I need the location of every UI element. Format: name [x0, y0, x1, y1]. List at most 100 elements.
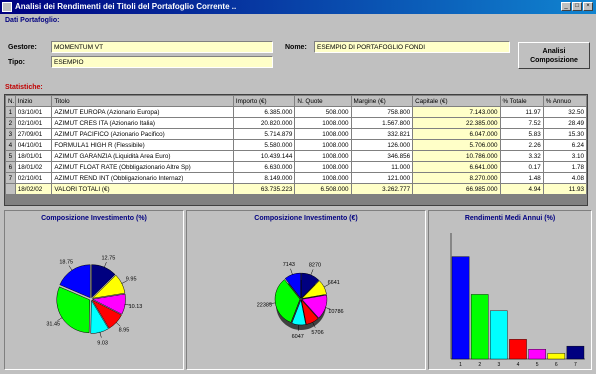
- stats-grid[interactable]: N. Inizio Titolo Importo (€) N. Quote Ma…: [4, 94, 588, 206]
- table-cell[interactable]: 04/10/01: [14, 139, 53, 151]
- x-tick-label: 6: [555, 362, 558, 368]
- table-cell[interactable]: 4.08: [542, 172, 587, 184]
- table-cell[interactable]: 32.50: [542, 106, 587, 118]
- table-cell[interactable]: 18/02/02: [14, 183, 53, 195]
- analyze-composition-button[interactable]: Analisi Composizione: [518, 42, 590, 69]
- table-cell[interactable]: VALORI TOTALI (€): [51, 183, 234, 195]
- table-cell[interactable]: 4.94: [499, 183, 544, 195]
- table-cell[interactable]: FORMULA1 HIGH R (Flessibile): [51, 139, 234, 151]
- row-number-cell[interactable]: 7: [5, 172, 16, 184]
- close-button[interactable]: ×: [583, 2, 593, 11]
- table-cell[interactable]: 121.000: [350, 172, 414, 184]
- table-cell[interactable]: 63.735.223: [232, 183, 296, 195]
- row-number-cell[interactable]: [5, 183, 16, 195]
- table-cell[interactable]: 3.10: [542, 150, 587, 162]
- table-row[interactable]: 3 27/09/01 AZIMUT PACIFICO (Azionario Paci…: [5, 128, 587, 140]
- table-row[interactable]: 2 02/10/01 AZIMUT CRES ITA (Azionario Ital…: [5, 117, 587, 129]
- table-cell[interactable]: AZIMUT PACIFICO (Azionario Pacifico): [51, 128, 234, 140]
- row-number-cell[interactable]: 1: [5, 106, 16, 118]
- table-cell[interactable]: 02/10/01: [14, 117, 53, 129]
- pie-label: 5706: [311, 330, 323, 336]
- table-cell[interactable]: 8.270.000: [412, 172, 501, 184]
- col-header[interactable]: Importo (€): [232, 95, 296, 107]
- table-cell[interactable]: 1.78: [542, 161, 587, 173]
- row-number-cell[interactable]: 5: [5, 150, 16, 162]
- col-header[interactable]: Titolo: [51, 95, 234, 107]
- table-cell[interactable]: 6.630.000: [232, 161, 296, 173]
- col-header[interactable]: Inizio: [14, 95, 53, 107]
- table-cell[interactable]: 3.262.777: [350, 183, 414, 195]
- col-header[interactable]: N.: [5, 95, 16, 107]
- table-cell[interactable]: 5.580.000: [232, 139, 296, 151]
- table-cell[interactable]: 6.508.000: [294, 183, 352, 195]
- table-cell[interactable]: 02/10/01: [14, 172, 53, 184]
- table-cell[interactable]: 27/09/01: [14, 128, 53, 140]
- table-cell[interactable]: 7.143.000: [412, 106, 501, 118]
- table-cell[interactable]: AZIMUT GARANZIA (Liquidità Area Euro): [51, 150, 234, 162]
- table-cell[interactable]: 10.439.144: [232, 150, 296, 162]
- table-cell[interactable]: 18/01/02: [14, 161, 53, 173]
- table-row[interactable]: 6 18/01/02 AZIMUT FLOAT RATE (Obbligaziona…: [5, 161, 587, 173]
- table-row[interactable]: 7 02/10/01 AZIMUT REND INT (Obbligazionari…: [5, 172, 587, 184]
- table-cell[interactable]: 2.26: [499, 139, 544, 151]
- col-header[interactable]: % Totale: [499, 95, 544, 107]
- table-cell[interactable]: 6.385.000: [232, 106, 296, 118]
- col-header[interactable]: N. Quote: [294, 95, 352, 107]
- row-number-cell[interactable]: 4: [5, 139, 16, 151]
- table-cell[interactable]: 758.800: [350, 106, 414, 118]
- table-cell[interactable]: 22.385.000: [412, 117, 501, 129]
- table-cell[interactable]: 0.17: [499, 161, 544, 173]
- table-cell[interactable]: 1008.000: [294, 172, 352, 184]
- table-cell[interactable]: AZIMUT EUROPA (Azionario Europa): [51, 106, 234, 118]
- table-cell[interactable]: 8.149.000: [232, 172, 296, 184]
- maximize-button[interactable]: □: [572, 2, 582, 11]
- gestore-field[interactable]: MOMENTUM VT: [51, 41, 273, 53]
- table-cell[interactable]: 6.24: [542, 139, 587, 151]
- nome-field[interactable]: ESEMPIO DI PORTAFOGLIO FONDI: [314, 41, 510, 53]
- minimize-button[interactable]: _: [561, 2, 571, 11]
- row-number-cell[interactable]: 3: [5, 128, 16, 140]
- table-cell[interactable]: 1.48: [499, 172, 544, 184]
- table-cell[interactable]: 5.706.000: [412, 139, 501, 151]
- table-cell[interactable]: 508.000: [294, 106, 352, 118]
- table-cell[interactable]: AZIMUT FLOAT RATE (Obbligazionario Altre…: [51, 161, 234, 173]
- table-cell[interactable]: 1008.000: [294, 161, 352, 173]
- tipo-field[interactable]: ESEMPIO: [51, 56, 273, 68]
- table-cell[interactable]: 11.97: [499, 106, 544, 118]
- table-cell[interactable]: 10.786.000: [412, 150, 501, 162]
- col-header[interactable]: % Annuo: [542, 95, 587, 107]
- table-total-row[interactable]: 18/02/02 VALORI TOTALI (€) 63.735.223 6.508…: [5, 183, 587, 195]
- table-cell[interactable]: 5.83: [499, 128, 544, 140]
- table-row[interactable]: 4 04/10/01 FORMULA1 HIGH R (Flessibile) 5.5…: [5, 139, 587, 151]
- table-cell[interactable]: 18/01/01: [14, 150, 53, 162]
- table-cell[interactable]: 03/10/01: [14, 106, 53, 118]
- table-cell[interactable]: 20.820.000: [232, 117, 296, 129]
- table-cell[interactable]: 6.047.000: [412, 128, 501, 140]
- table-row[interactable]: 1 03/10/01 AZIMUT EUROPA (Azionario Europa…: [5, 106, 587, 118]
- table-cell[interactable]: 1008.000: [294, 128, 352, 140]
- row-number-cell[interactable]: 6: [5, 161, 16, 173]
- table-cell[interactable]: 5.714.879: [232, 128, 296, 140]
- table-cell[interactable]: 7.52: [499, 117, 544, 129]
- table-cell[interactable]: 1.567.800: [350, 117, 414, 129]
- table-row[interactable]: 5 18/01/01 AZIMUT GARANZIA (Liquidità Area…: [5, 150, 587, 162]
- table-cell[interactable]: 15.30: [542, 128, 587, 140]
- row-number-cell[interactable]: 2: [5, 117, 16, 129]
- table-cell[interactable]: 6.641.000: [412, 161, 501, 173]
- table-cell[interactable]: 126.000: [350, 139, 414, 151]
- table-cell[interactable]: AZIMUT CRES ITA (Azionario Italia): [51, 117, 234, 129]
- col-header[interactable]: Margine (€): [350, 95, 414, 107]
- table-cell[interactable]: 346.856: [350, 150, 414, 162]
- table-cell[interactable]: 1008.000: [294, 150, 352, 162]
- table-cell[interactable]: 1008.000: [294, 139, 352, 151]
- table-cell[interactable]: 1008.000: [294, 117, 352, 129]
- col-header[interactable]: Capitale (€): [412, 95, 501, 107]
- table-cell[interactable]: 11.93: [542, 183, 587, 195]
- table-cell[interactable]: 28.49: [542, 117, 587, 129]
- table-cell[interactable]: 332.821: [350, 128, 414, 140]
- table-cell[interactable]: 66.985.000: [412, 183, 501, 195]
- table-cell[interactable]: 11.000: [350, 161, 414, 173]
- table-cell[interactable]: 3.32: [499, 150, 544, 162]
- table-cell[interactable]: AZIMUT REND INT (Obbligazionario Interna…: [51, 172, 234, 184]
- pie-label: 10.13: [129, 304, 143, 310]
